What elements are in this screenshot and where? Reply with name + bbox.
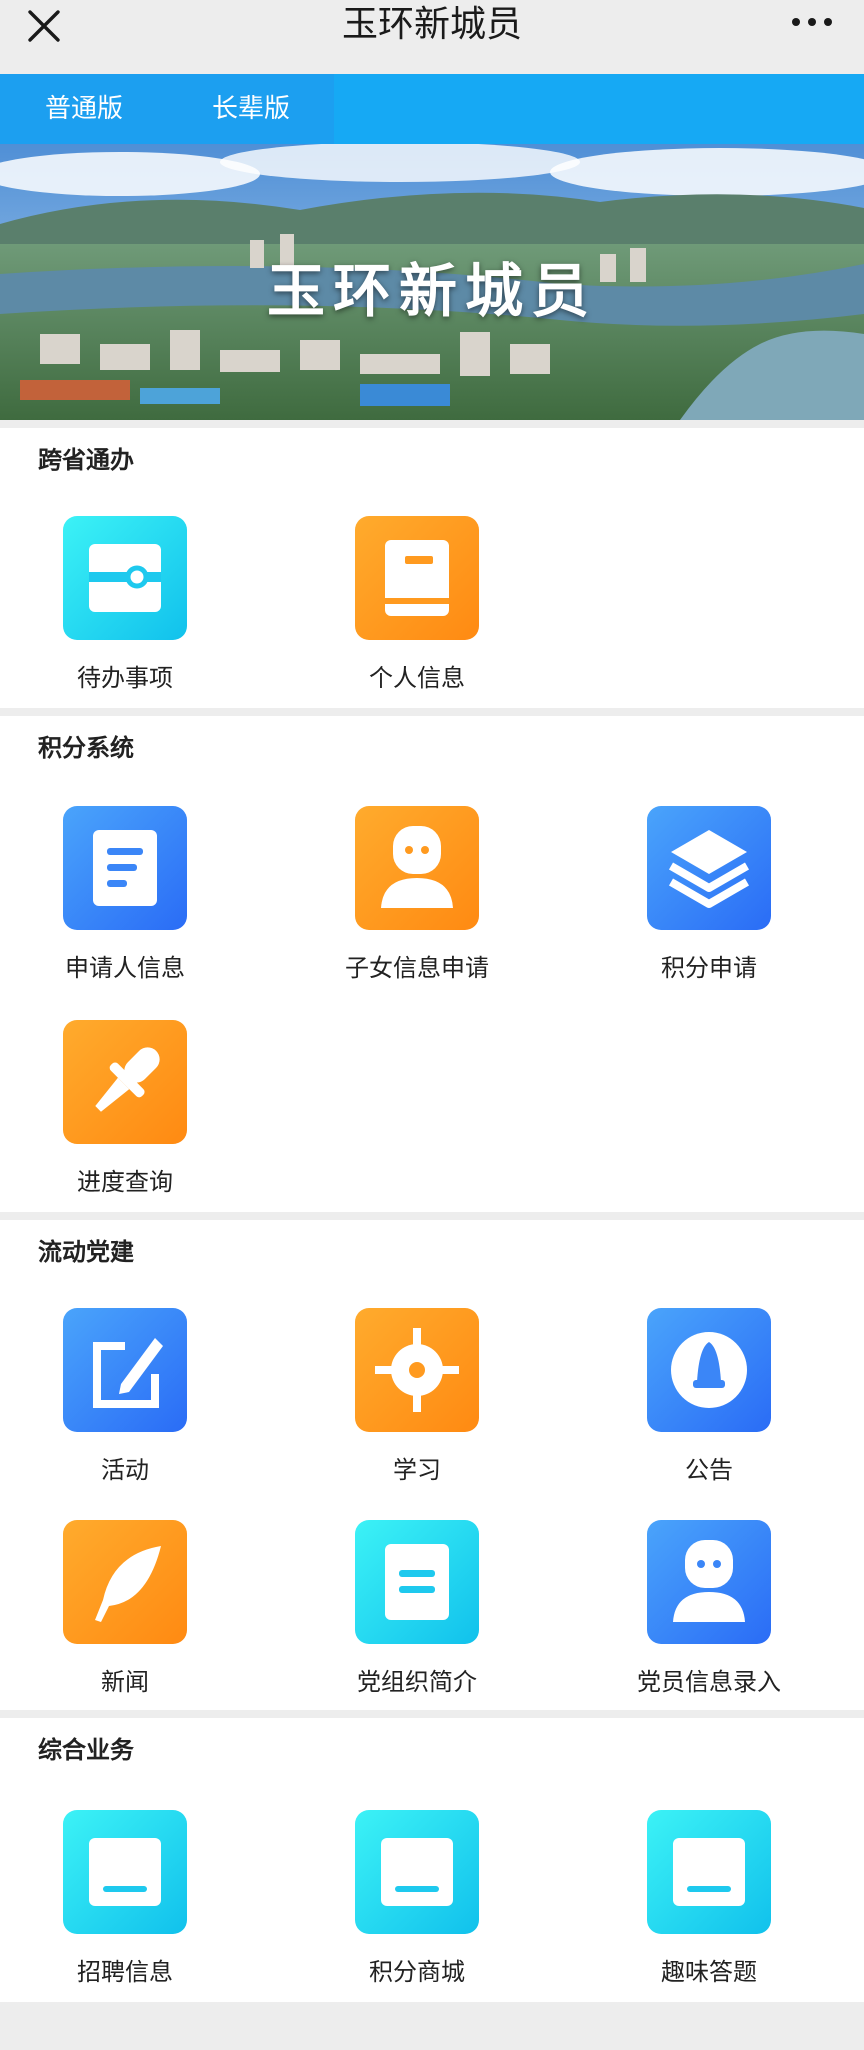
tray-icon (63, 1810, 187, 1934)
item-progress-query[interactable]: 进度查询 (0, 1020, 250, 1197)
item-label: 趣味答题 (661, 1958, 757, 1986)
tray-icon (355, 1810, 479, 1934)
edit-icon (63, 1308, 187, 1432)
item-label: 党员信息录入 (637, 1668, 781, 1696)
item-recruitment[interactable]: 招聘信息 (0, 1810, 250, 1987)
section-general-business: 综合业务 招聘信息 积分商城 趣味答题 (0, 1718, 864, 2002)
section-points-system: 积分系统 申请人信息 子女信息申请 积分申请 进度查询 (0, 716, 864, 1212)
item-activity[interactable]: 活动 (0, 1308, 250, 1485)
item-label: 新闻 (101, 1668, 149, 1696)
item-child-info-apply[interactable]: 子女信息申请 (292, 806, 542, 983)
page-title: 玉环新城员 (341, 4, 522, 45)
item-party-org-intro[interactable]: 党组织简介 (292, 1520, 542, 1697)
item-label: 学习 (393, 1456, 441, 1484)
section-title: 综合业务 (38, 1736, 134, 1764)
section-title: 积分系统 (38, 734, 134, 762)
person-icon (647, 1520, 771, 1644)
section-party-building: 流动党建 活动 学习 公告 新闻 党组织简介 党员信息录入 (0, 1220, 864, 1710)
tab-normal[interactable]: 普通版 (0, 74, 168, 144)
item-label: 活动 (101, 1456, 149, 1484)
item-label: 公告 (685, 1456, 733, 1484)
item-label: 进度查询 (77, 1168, 173, 1196)
item-fun-quiz[interactable]: 趣味答题 (584, 1810, 834, 1987)
feather-icon (63, 1520, 187, 1644)
note-icon (355, 1520, 479, 1644)
item-study[interactable]: 学习 (292, 1308, 542, 1485)
banner-title: 玉环新城员 (266, 257, 597, 325)
item-points-apply[interactable]: 积分申请 (584, 806, 834, 983)
item-label: 积分申请 (661, 954, 757, 982)
ticket-icon (63, 516, 187, 640)
item-label: 申请人信息 (65, 954, 185, 982)
tray-icon (647, 1810, 771, 1934)
book-icon (355, 516, 479, 640)
target-icon (355, 1308, 479, 1432)
person-icon (355, 806, 479, 930)
item-label: 积分商城 (369, 1958, 465, 1986)
top-bar: 玉环新城员 (0, 0, 864, 74)
dropper-icon (63, 1020, 187, 1144)
banner-image: 玉环新城员 (0, 144, 864, 420)
announcement-icon (647, 1308, 771, 1432)
item-points-mall[interactable]: 积分商城 (292, 1810, 542, 1987)
section-cross-province: 跨省通办 待办事项 个人信息 (0, 428, 864, 708)
item-news[interactable]: 新闻 (0, 1520, 250, 1697)
item-label: 子女信息申请 (345, 954, 489, 982)
more-icon[interactable] (788, 8, 836, 38)
version-tabs: 普通版 长辈版 (0, 74, 864, 144)
item-member-info-entry[interactable]: 党员信息录入 (584, 1520, 834, 1697)
item-label: 个人信息 (369, 664, 465, 692)
item-label: 待办事项 (77, 664, 173, 692)
item-announcement[interactable]: 公告 (584, 1308, 834, 1485)
item-personal-info[interactable]: 个人信息 (292, 516, 542, 693)
section-title: 流动党建 (38, 1238, 134, 1266)
item-label: 招聘信息 (77, 1958, 173, 1986)
item-label: 党组织简介 (357, 1668, 477, 1696)
tab-elder[interactable]: 长辈版 (168, 74, 334, 144)
section-title: 跨省通办 (38, 446, 134, 474)
layers-icon (647, 806, 771, 930)
document-icon (63, 806, 187, 930)
item-pending-tasks[interactable]: 待办事项 (0, 516, 250, 693)
item-applicant-info[interactable]: 申请人信息 (0, 806, 250, 983)
